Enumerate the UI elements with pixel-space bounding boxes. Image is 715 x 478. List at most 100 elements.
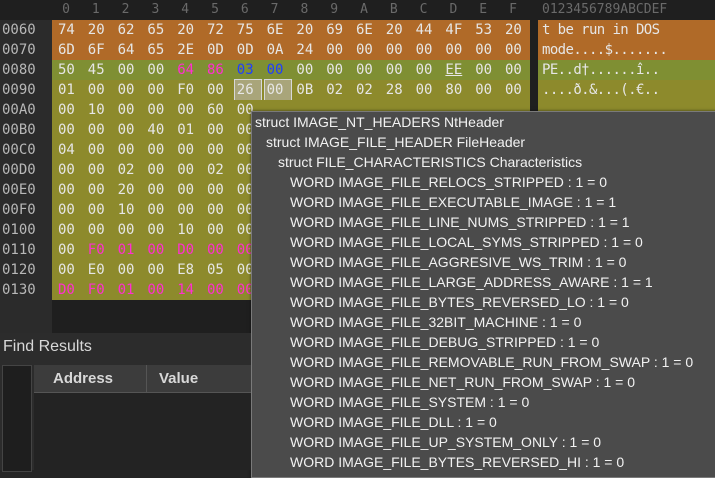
hex-byte[interactable]: 00 (116, 120, 142, 140)
hex-byte[interactable]: F0 (86, 240, 112, 260)
column-header-value[interactable]: Value (159, 365, 198, 392)
hex-byte[interactable]: 00 (175, 100, 201, 120)
hex-byte[interactable]: 4F (443, 20, 469, 40)
hex-byte[interactable]: 24 (294, 40, 320, 60)
hex-byte[interactable]: 50 (56, 60, 82, 80)
hex-byte[interactable]: 00 (354, 60, 380, 80)
hex-byte[interactable]: 64 (116, 40, 142, 60)
hex-byte[interactable]: 00 (86, 180, 112, 200)
hex-byte[interactable]: 00 (86, 140, 112, 160)
hex-byte[interactable]: EE (443, 60, 469, 80)
hex-byte[interactable]: 00 (263, 79, 292, 101)
hex-byte[interactable]: 00 (175, 140, 201, 160)
ascii-row[interactable]: PE..d†......î.. (538, 60, 715, 80)
hex-byte[interactable]: 65 (145, 40, 171, 60)
hex-byte[interactable]: 00 (205, 80, 231, 100)
hex-byte[interactable]: 00 (205, 180, 231, 200)
hex-byte[interactable]: 00 (145, 140, 171, 160)
hex-byte[interactable]: 00 (56, 240, 82, 260)
hex-byte[interactable]: 00 (414, 80, 440, 100)
hex-byte[interactable]: 00 (145, 220, 171, 240)
hex-byte[interactable]: 02 (354, 80, 380, 100)
hex-byte[interactable]: 6E (265, 20, 291, 40)
hex-byte[interactable]: 00 (503, 80, 529, 100)
hex-byte[interactable]: 69 (324, 20, 350, 40)
hex-byte[interactable]: D0 (56, 280, 82, 300)
hex-row[interactable]: 6D 6F 64 65 2E 0D 0D 0A 24 00 00 00 00 00 00 00 (52, 40, 530, 60)
hex-byte[interactable]: 00 (205, 200, 231, 220)
hex-byte[interactable]: 80 (443, 80, 469, 100)
hex-byte[interactable]: 00 (265, 60, 291, 80)
hex-byte[interactable]: 00 (56, 120, 82, 140)
hex-byte[interactable]: 00 (354, 40, 380, 60)
hex-byte[interactable]: 00 (56, 160, 82, 180)
hex-byte[interactable]: 72 (205, 20, 231, 40)
ascii-row[interactable]: t be run in DOS (538, 20, 715, 40)
hex-byte[interactable]: 02 (205, 160, 231, 180)
hex-byte[interactable]: 0A (265, 40, 291, 60)
hex-byte[interactable]: 00 (145, 160, 171, 180)
hex-byte[interactable]: 0B (294, 80, 320, 100)
hex-byte[interactable]: 62 (116, 20, 142, 40)
hex-byte[interactable]: 2E (175, 40, 201, 60)
hex-row[interactable]: 50 45 00 00 64 86 03 00 00 00 00 00 00 EE 00 00 (52, 60, 530, 80)
hex-byte[interactable]: 00 (145, 60, 171, 80)
hex-byte[interactable]: 65 (145, 20, 171, 40)
hex-byte[interactable]: 10 (116, 200, 142, 220)
hex-byte[interactable]: 0D (235, 40, 261, 60)
hex-byte[interactable]: 60 (205, 100, 231, 120)
hex-byte[interactable]: 10 (86, 100, 112, 120)
hex-byte[interactable]: 00 (473, 40, 499, 60)
hex-byte[interactable]: 00 (116, 100, 142, 120)
ascii-row[interactable]: mode....$....... (538, 40, 715, 60)
hex-byte[interactable]: 00 (145, 100, 171, 120)
hex-byte[interactable]: 45 (86, 60, 112, 80)
hex-byte[interactable]: 00 (145, 280, 171, 300)
hex-byte[interactable]: 00 (56, 200, 82, 220)
hex-byte[interactable]: 00 (86, 200, 112, 220)
hex-byte[interactable]: 00 (205, 240, 231, 260)
hex-byte[interactable]: 00 (86, 160, 112, 180)
hex-byte[interactable]: 00 (175, 160, 201, 180)
hex-byte[interactable]: 00 (145, 180, 171, 200)
hex-byte[interactable]: F0 (175, 80, 201, 100)
hex-row[interactable]: 74 20 62 65 20 72 75 6E 20 69 6E 20 44 4F 53 20 (52, 20, 530, 40)
hex-byte[interactable]: 00 (56, 180, 82, 200)
hex-byte[interactable]: 00 (414, 60, 440, 80)
hex-byte[interactable]: 00 (473, 60, 499, 80)
hex-byte[interactable]: 00 (205, 140, 231, 160)
hex-byte[interactable]: 03 (235, 60, 261, 80)
hex-byte[interactable]: 00 (56, 260, 82, 280)
hex-byte[interactable]: 01 (116, 280, 142, 300)
hex-byte[interactable]: 00 (443, 40, 469, 60)
hex-byte[interactable]: 00 (145, 80, 171, 100)
hex-byte[interactable]: 01 (56, 80, 82, 100)
hex-byte[interactable]: 40 (145, 120, 171, 140)
hex-byte[interactable]: 53 (473, 20, 499, 40)
hex-byte[interactable]: 00 (473, 80, 499, 100)
hex-byte[interactable]: 14 (175, 280, 201, 300)
hex-byte[interactable]: 00 (145, 240, 171, 260)
hex-byte[interactable]: 00 (56, 220, 82, 240)
hex-byte[interactable]: 6D (56, 40, 82, 60)
hex-byte[interactable]: 74 (56, 20, 82, 40)
hex-byte[interactable]: 00 (503, 60, 529, 80)
hex-byte[interactable]: 01 (175, 120, 201, 140)
hex-byte[interactable]: 00 (116, 220, 142, 240)
hex-byte[interactable]: 00 (145, 260, 171, 280)
hex-byte[interactable]: F0 (86, 280, 112, 300)
hex-byte[interactable]: 20 (86, 20, 112, 40)
hex-byte[interactable]: D0 (175, 240, 201, 260)
hex-row[interactable]: 01 00 00 00 F0 00 26 00 0B 02 02 28 00 80 00 00 (52, 79, 530, 101)
hex-byte[interactable]: 00 (503, 40, 529, 60)
hex-byte[interactable]: 00 (56, 100, 82, 120)
column-separator[interactable] (146, 365, 147, 392)
hex-byte[interactable]: 00 (86, 120, 112, 140)
hex-byte[interactable]: 00 (324, 40, 350, 60)
hex-byte[interactable]: 00 (205, 220, 231, 240)
hex-byte[interactable]: 00 (86, 80, 112, 100)
hex-byte[interactable]: 00 (414, 40, 440, 60)
hex-byte[interactable]: E0 (86, 260, 112, 280)
hex-byte[interactable]: 00 (324, 60, 350, 80)
hex-byte[interactable]: 05 (205, 260, 231, 280)
